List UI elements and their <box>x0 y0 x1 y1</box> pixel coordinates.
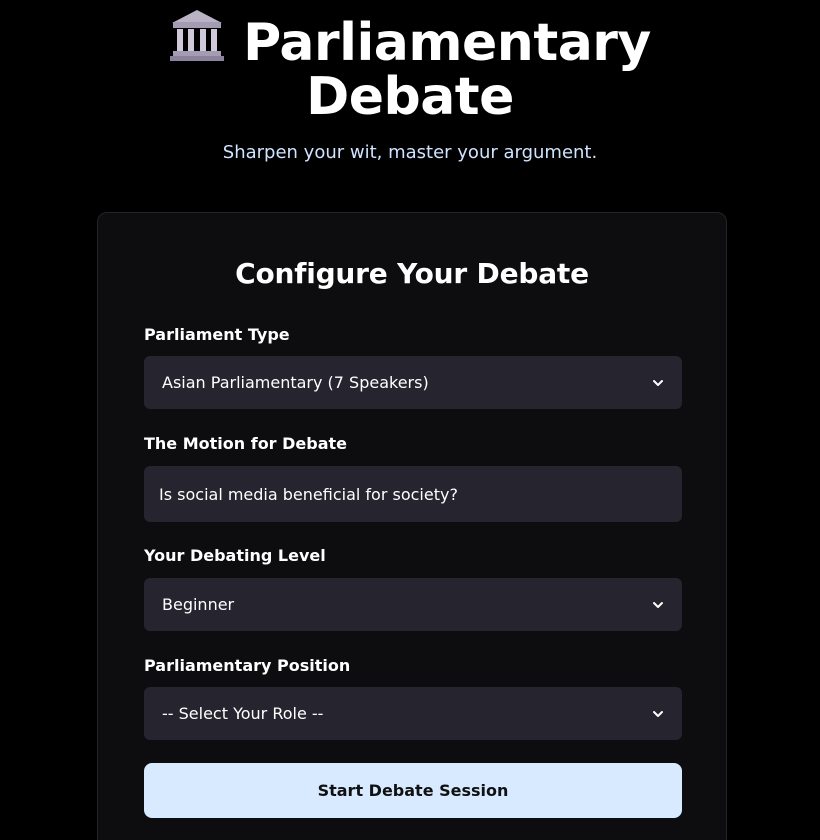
card-heading: Configure Your Debate <box>235 257 589 290</box>
parliament-type-label: Parliament Type <box>144 325 290 344</box>
page-title: Parliamentary Debate <box>0 6 820 124</box>
chevron-down-icon <box>653 379 663 386</box>
debating-level-label: Your Debating Level <box>144 546 326 565</box>
title-line-2: Debate <box>306 67 514 127</box>
parliament-type-value: Asian Parliamentary (7 Speakers) <box>162 373 429 392</box>
title-line-1: Parliamentary <box>243 13 651 73</box>
parliament-type-select[interactable]: Asian Parliamentary (7 Speakers) <box>144 356 682 409</box>
chevron-down-icon <box>653 601 663 608</box>
debating-level-select[interactable]: Beginner <box>144 578 682 631</box>
debate-config-card: Configure Your Debate Parliament Type As… <box>97 212 727 840</box>
parliamentary-position-label: Parliamentary Position <box>144 656 351 675</box>
parliamentary-position-value: -- Select Your Role -- <box>162 704 324 723</box>
page-subtitle: Sharpen your wit, master your argument. <box>222 142 598 163</box>
motion-value: Is social media beneficial for society? <box>159 484 458 504</box>
debating-level-value: Beginner <box>162 595 235 614</box>
motion-label: The Motion for Debate <box>144 434 348 453</box>
chevron-down-icon <box>653 710 663 717</box>
start-debate-button[interactable]: Start Debate Session <box>144 763 682 818</box>
page-header: Parliamentary Debate Sharpen your wit, m… <box>0 6 820 163</box>
motion-input[interactable]: Is social media beneficial for society? <box>144 466 682 522</box>
parliamentary-position-select[interactable]: -- Select Your Role -- <box>144 687 682 740</box>
debate-setup-page: Parliamentary Debate Sharpen your wit, m… <box>0 0 820 840</box>
classical-building-icon <box>170 10 225 61</box>
